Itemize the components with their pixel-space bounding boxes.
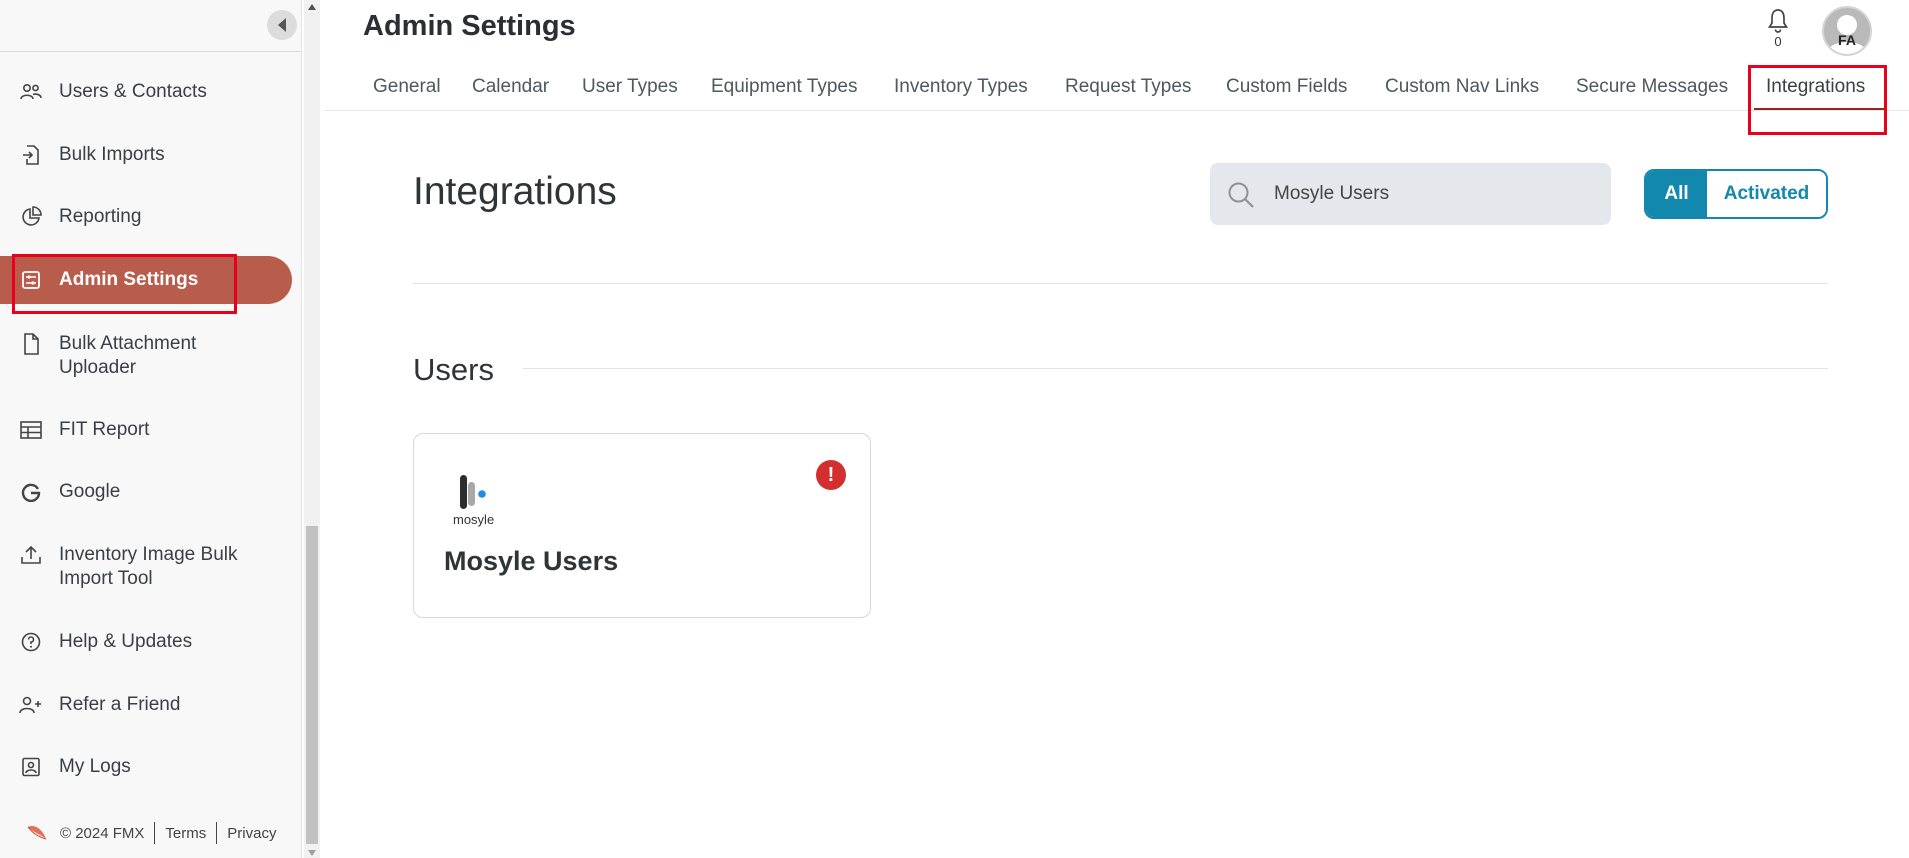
sidebar-item-google[interactable]: Google bbox=[0, 480, 292, 504]
mosyle-logo-text: mosyle bbox=[453, 512, 495, 527]
section-divider bbox=[413, 283, 1828, 284]
alert-icon: ! bbox=[816, 460, 846, 490]
integration-card-mosyle-users[interactable]: mosyle Mosyle Users ! bbox=[413, 433, 871, 618]
sidebar-item-bulk-attachment-uploader[interactable]: Bulk Attachment Uploader bbox=[0, 332, 292, 380]
sidebar-item-label: Bulk Attachment Uploader bbox=[59, 333, 197, 378]
bell-icon bbox=[1767, 9, 1789, 33]
page-title: Admin Settings bbox=[363, 10, 576, 42]
sidebar-item-fit-report[interactable]: FIT Report bbox=[0, 418, 292, 442]
pie-chart-icon bbox=[19, 205, 43, 229]
tab-custom-nav-links[interactable]: Custom Nav Links bbox=[1385, 76, 1539, 98]
copyright-text: © 2024 FMX bbox=[60, 824, 145, 842]
active-tab-indicator bbox=[1754, 108, 1884, 110]
import-icon bbox=[19, 143, 43, 167]
sidebar-item-label: Bulk Imports bbox=[59, 144, 165, 165]
filter-activated-button[interactable]: Activated bbox=[1707, 171, 1826, 217]
terms-link[interactable]: Terms bbox=[165, 825, 206, 842]
user-plus-icon bbox=[19, 693, 43, 717]
filter-all-button[interactable]: All bbox=[1646, 171, 1707, 217]
scroll-up-arrow-icon[interactable] bbox=[308, 4, 316, 10]
sidebar-item-label: Inventory Image Bulk Import Tool bbox=[59, 544, 238, 589]
help-icon bbox=[19, 630, 43, 654]
card-title: Mosyle Users bbox=[444, 546, 619, 576]
sidebar-item-label: Google bbox=[59, 481, 121, 502]
tab-secure-messages[interactable]: Secure Messages bbox=[1576, 76, 1728, 98]
google-icon bbox=[19, 480, 43, 504]
logs-icon bbox=[19, 755, 43, 779]
tab-general[interactable]: General bbox=[373, 76, 441, 98]
scrollbar-thumb[interactable] bbox=[306, 526, 318, 844]
group-title-users: Users bbox=[413, 352, 494, 387]
notification-count: 0 bbox=[1774, 34, 1782, 49]
sidebar-item-help-updates[interactable]: Help & Updates bbox=[0, 630, 292, 654]
sidebar-item-my-logs[interactable]: My Logs bbox=[0, 755, 292, 779]
sidebar-item-label: Refer a Friend bbox=[59, 694, 181, 715]
tab-calendar[interactable]: Calendar bbox=[472, 76, 549, 98]
tab-inventory-types[interactable]: Inventory Types bbox=[894, 76, 1028, 98]
sidebar-item-label: Users & Contacts bbox=[59, 81, 207, 102]
sidebar-header bbox=[0, 0, 302, 52]
sidebar: Users & Contacts Bulk Imports Reporting … bbox=[0, 0, 302, 858]
users-icon bbox=[19, 80, 43, 104]
notifications-button[interactable]: 0 bbox=[1765, 8, 1791, 52]
upload-icon bbox=[19, 543, 43, 567]
tab-request-types[interactable]: Request Types bbox=[1065, 76, 1191, 98]
file-icon bbox=[19, 332, 43, 356]
sidebar-item-users-contacts[interactable]: Users & Contacts bbox=[0, 80, 292, 104]
fmx-logo-icon bbox=[27, 826, 47, 840]
tab-custom-fields[interactable]: Custom Fields bbox=[1226, 76, 1347, 98]
footer-divider bbox=[154, 822, 156, 844]
footer-divider bbox=[216, 822, 218, 844]
privacy-link[interactable]: Privacy bbox=[227, 825, 276, 842]
mosyle-logo: mosyle bbox=[452, 474, 502, 532]
sidebar-item-refer-a-friend[interactable]: Refer a Friend bbox=[0, 693, 292, 717]
tab-equipment-types[interactable]: Equipment Types bbox=[711, 76, 857, 98]
user-avatar[interactable] bbox=[1822, 6, 1872, 56]
sidebar-item-label: Help & Updates bbox=[59, 631, 193, 652]
scroll-down-arrow-icon[interactable] bbox=[308, 850, 316, 856]
sidebar-item-label: FIT Report bbox=[59, 419, 150, 440]
settings-sliders-icon bbox=[19, 268, 43, 292]
search-box bbox=[1210, 163, 1611, 225]
sidebar-item-reporting[interactable]: Reporting bbox=[0, 205, 292, 229]
table-icon bbox=[19, 418, 43, 442]
settings-tabs: General Calendar User Types Equipment Ty… bbox=[325, 66, 1909, 111]
tab-integrations[interactable]: Integrations bbox=[1766, 76, 1865, 98]
collapse-sidebar-button[interactable] bbox=[267, 10, 297, 40]
sidebar-item-inventory-image-bulk-import-tool[interactable]: Inventory Image Bulk Import Tool bbox=[0, 543, 292, 591]
group-divider bbox=[523, 368, 1828, 369]
sidebar-scrollbar[interactable] bbox=[304, 0, 320, 858]
avatar-initials: FA bbox=[1838, 32, 1856, 48]
sidebar-item-label: Reporting bbox=[59, 206, 142, 227]
search-icon bbox=[1228, 182, 1254, 208]
caret-left-icon bbox=[278, 18, 286, 32]
sidebar-item-bulk-imports[interactable]: Bulk Imports bbox=[0, 143, 292, 167]
sidebar-item-label: My Logs bbox=[59, 756, 131, 777]
tab-user-types[interactable]: User Types bbox=[582, 76, 678, 98]
sidebar-item-admin-settings[interactable]: Admin Settings bbox=[0, 256, 292, 304]
mosyle-logo-icon bbox=[460, 475, 486, 509]
integration-filter-toggle: All Activated bbox=[1644, 169, 1828, 219]
search-input[interactable] bbox=[1274, 163, 1594, 225]
sidebar-footer: © 2024 FMX Terms Privacy bbox=[26, 822, 276, 844]
integrations-title: Integrations bbox=[413, 170, 617, 213]
sidebar-item-label: Admin Settings bbox=[59, 269, 199, 290]
